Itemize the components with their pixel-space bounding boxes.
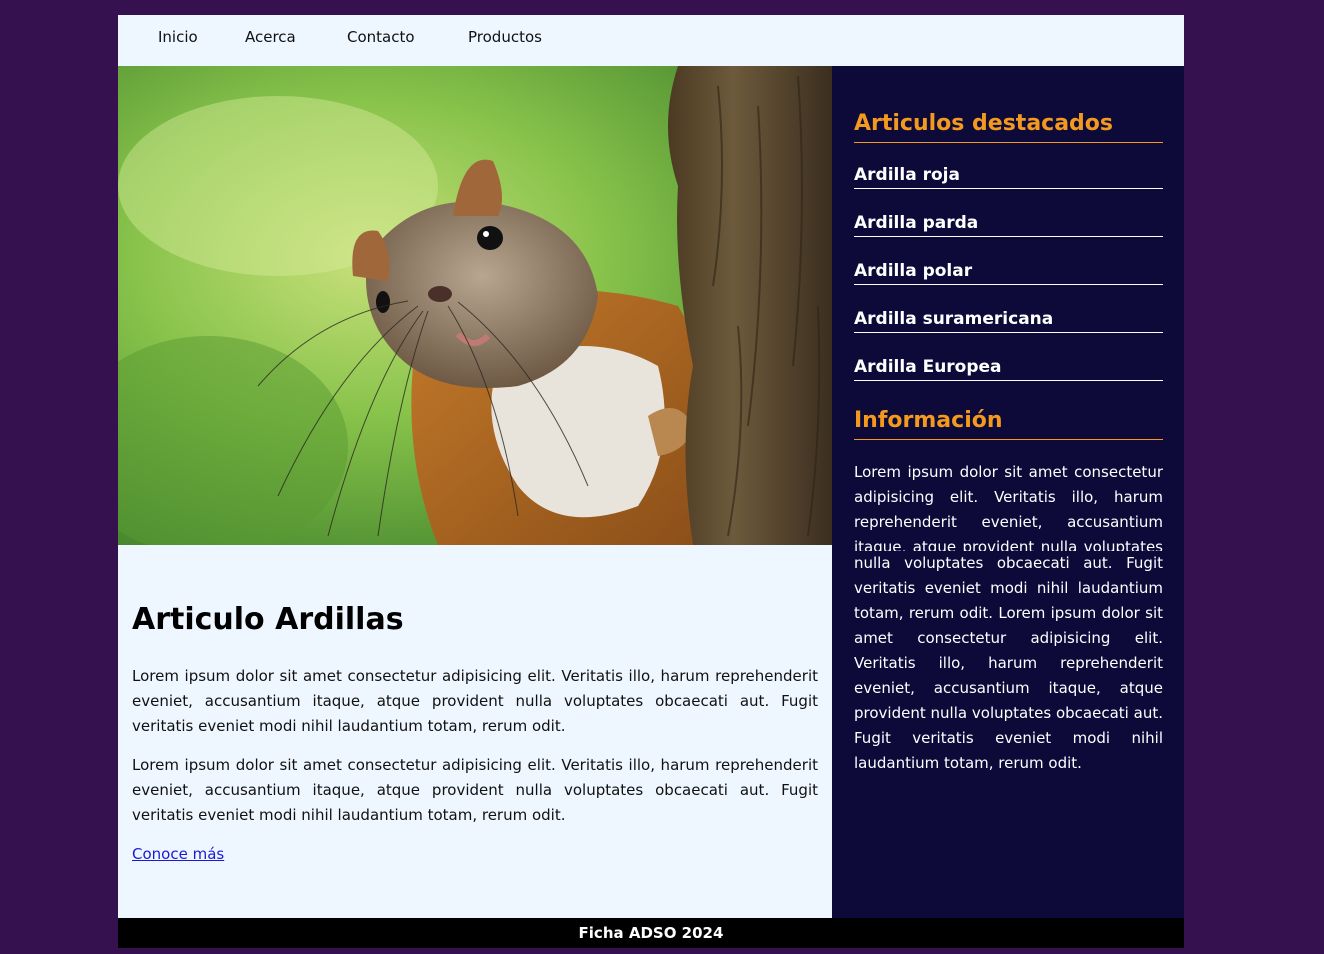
featured-item-ardilla-europea[interactable]: Ardilla Europea [854,333,1163,381]
info-text-top: Lorem ipsum dolor sit amet consectetur a… [854,463,1163,551]
article-title: Articulo Ardillas [132,602,404,637]
page: Inicio Acerca Contacto Productos Articul… [118,15,1184,948]
nav-item-inicio[interactable]: Inicio [158,27,198,47]
nav-item-acerca[interactable]: Acerca [245,27,296,47]
info-title: Información [854,403,1163,440]
learn-more-link[interactable]: Conoce más [132,844,224,864]
top-nav: Inicio Acerca Contacto Productos [118,15,1184,66]
main-content: Articulo Ardillas Lorem ipsum dolor sit … [118,66,832,918]
footer: Ficha ADSO 2024 [118,918,1184,948]
article-paragraph: Lorem ipsum dolor sit amet consectetur a… [132,756,818,824]
info-text: Lorem ipsum dolor sit amet consectetur a… [854,460,1163,776]
nav-item-productos[interactable]: Productos [468,27,542,47]
featured-item-ardilla-roja[interactable]: Ardilla roja [854,143,1163,189]
article: Articulo Ardillas Lorem ipsum dolor sit … [132,598,818,864]
squirrel-photo [118,66,832,545]
featured-item-ardilla-polar[interactable]: Ardilla polar [854,237,1163,285]
featured-item-ardilla-parda[interactable]: Ardilla parda [854,189,1163,237]
featured-list: Ardilla roja Ardilla parda Ardilla polar… [854,143,1163,381]
info-text-bottom: nulla voluptates obcaecati aut. Fugit ve… [854,554,1163,772]
nav-item-contacto[interactable]: Contacto [347,27,415,47]
sidebar: Articulos destacados Ardilla roja Ardill… [832,66,1184,918]
featured-item-ardilla-suramericana[interactable]: Ardilla suramericana [854,285,1163,333]
featured-title: Articulos destacados [854,106,1163,143]
article-paragraph: Lorem ipsum dolor sit amet consectetur a… [132,667,818,735]
